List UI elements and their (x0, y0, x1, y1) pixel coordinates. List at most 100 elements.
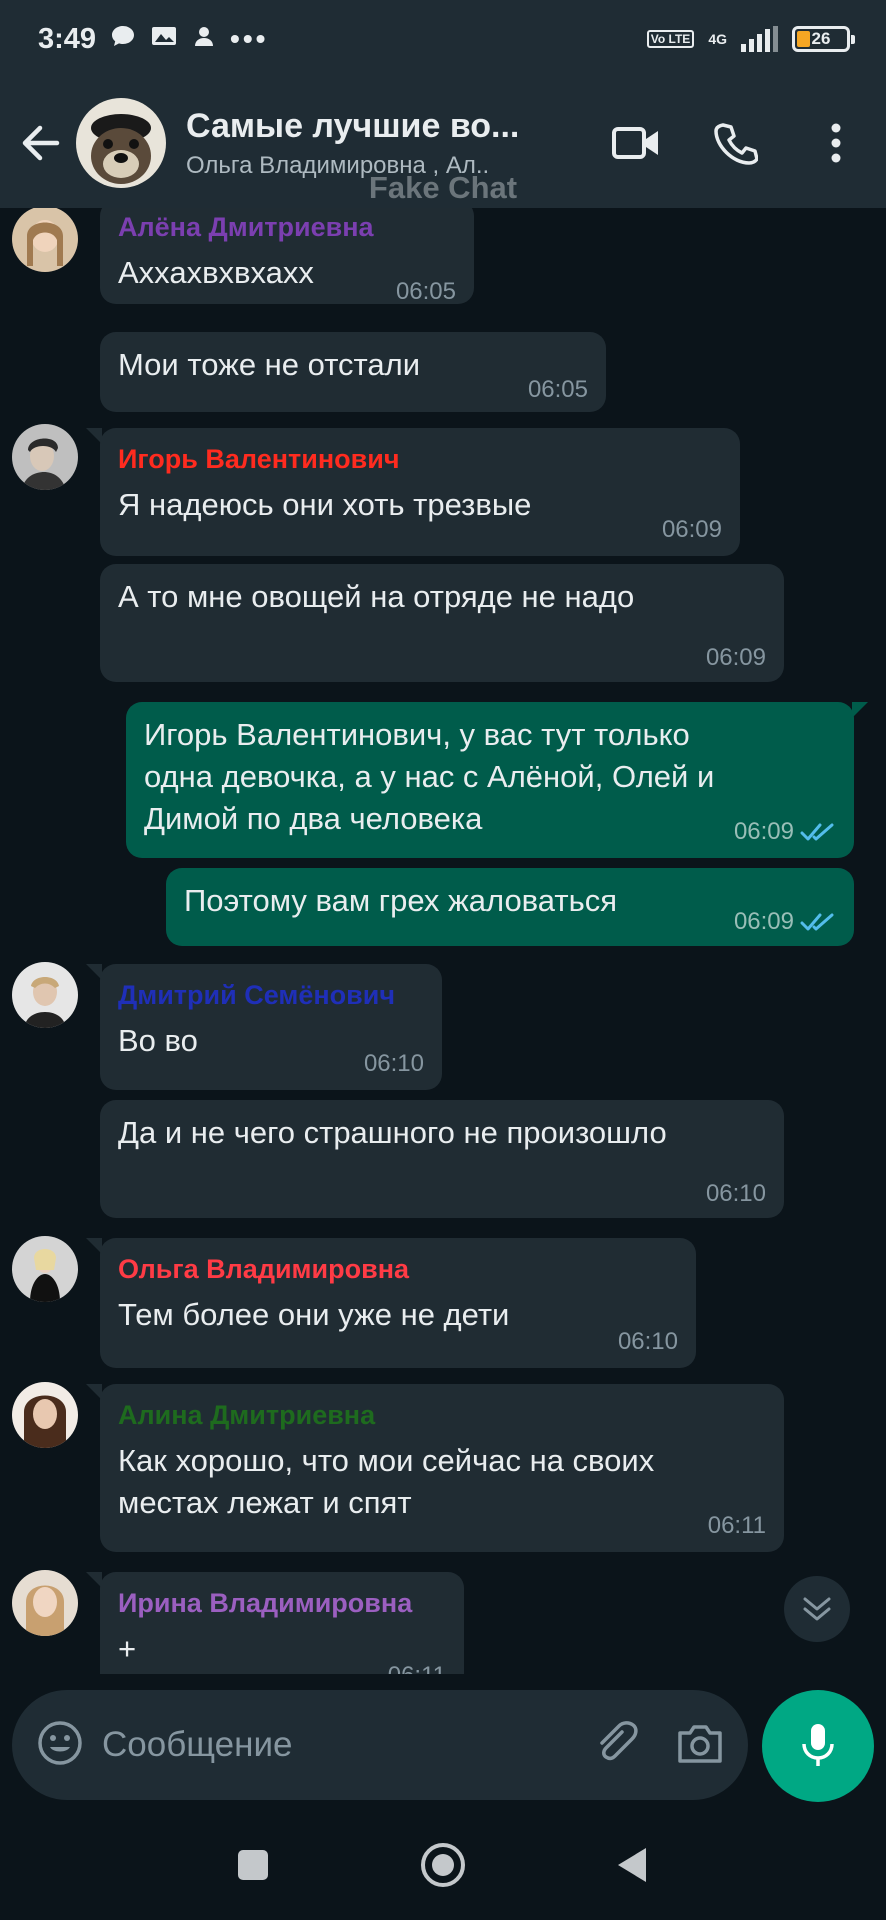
avatar-irina[interactable] (12, 1570, 78, 1636)
message-bubble[interactable]: Алёна Дмитриевна Аххахвхвхахх 06:05 (100, 208, 474, 305)
chat-title: Самые лучшие во... (186, 106, 520, 145)
message-input[interactable]: Сообщение (102, 1725, 592, 1765)
message-sender: Ольга Владимировна (118, 1254, 410, 1284)
watermark: Fake Chat (368, 170, 518, 205)
more-vertical-icon (831, 123, 841, 163)
message-sender: Алёна Дмитриевна (118, 212, 374, 242)
user-photo-icon (12, 1382, 78, 1448)
status-bar: 3:49 ••• Vo LTE 4G 26 (0, 0, 886, 78)
paperclip-icon (600, 1720, 638, 1760)
double-check-read-icon (800, 823, 834, 841)
camera-button[interactable] (676, 1721, 724, 1770)
message-time: 06:05 (528, 376, 588, 404)
message-text-line: Как хорошо, что мои сейчас на своих (118, 1443, 655, 1478)
message-text: Я надеюсь они хоть трезвые (118, 487, 532, 522)
message-time-text: 06:11 (707, 1512, 766, 1539)
message-text: Да и не чего страшного не произошло (118, 1115, 667, 1150)
user-photo-icon (12, 208, 78, 272)
signal-icon (741, 26, 778, 52)
message-time: 06:09 (706, 644, 766, 672)
message-time: 06:11 (708, 1512, 766, 1540)
emoji-button[interactable] (36, 1719, 84, 1772)
user-photo-icon (12, 424, 78, 490)
message-time: 06:09 (734, 908, 836, 936)
message-sender: Игорь Валентинович (118, 444, 400, 474)
arrow-left-icon (22, 125, 60, 161)
message-sender: Ирина Владимировна (118, 1588, 413, 1618)
message-bubble-outgoing[interactable]: Поэтому вам грех жаловаться 06:09 (166, 868, 854, 946)
person-notification-icon (192, 23, 216, 56)
message-bubble[interactable]: Мои тоже не отстали 06:05 (100, 332, 606, 412)
message-text: А то мне овощей на отряде не надо (118, 579, 635, 614)
message-text: + (118, 1631, 137, 1666)
message-time-text: 06:05 (527, 376, 588, 403)
avatar-olga[interactable] (12, 1236, 78, 1302)
menu-button[interactable] (806, 113, 866, 173)
avatar-alyona[interactable] (12, 208, 78, 272)
message-time: 06:10 (618, 1328, 678, 1356)
message-text: Во во (118, 1023, 198, 1058)
double-chevron-down-icon (803, 1597, 831, 1621)
double-check-read-icon (800, 913, 834, 931)
voice-record-button[interactable] (762, 1690, 874, 1802)
home-button[interactable] (418, 1840, 468, 1890)
avatar-igor[interactable] (12, 424, 78, 490)
message-time-text: 06:10 (617, 1328, 678, 1355)
phone-icon (714, 123, 758, 165)
back-button[interactable] (18, 121, 62, 165)
chat-title-block[interactable]: Самые лучшие во... Ольга Владимировна , … (186, 107, 556, 180)
video-camera-icon (612, 127, 658, 159)
scroll-to-bottom-button[interactable] (784, 1576, 850, 1642)
attach-button[interactable] (592, 1720, 638, 1771)
user-photo-icon (12, 962, 78, 1028)
avatar-alina[interactable] (12, 1382, 78, 1448)
message-time: 06:10 (364, 1050, 424, 1078)
emoji-icon (38, 1720, 82, 1765)
message-time-text: 06:11 (388, 1662, 446, 1674)
battery-level: 26 (811, 29, 831, 48)
message-time-text: 06:10 (363, 1050, 424, 1077)
microphone-icon (802, 1724, 834, 1766)
user-photo-icon (12, 1570, 78, 1636)
message-bubble[interactable]: Ирина Владимировна + 06:11 (86, 1572, 464, 1674)
message-time-text: 06:09 (733, 908, 794, 935)
message-text-line: местах лежат и спят (118, 1485, 412, 1520)
message-bubble-outgoing[interactable]: Игорь Валентинович, у вас тут только одн… (126, 702, 868, 858)
message-text: Аххахвхвхахх (118, 255, 314, 290)
more-notifications-icon: ••• (230, 23, 269, 54)
message-text-line: Димой по два человека (144, 801, 483, 836)
message-notification-icon (110, 23, 136, 56)
recents-button[interactable] (228, 1840, 278, 1890)
message-composer: Сообщение (12, 1690, 748, 1800)
square-icon (238, 1850, 268, 1880)
message-text: Тем более они уже не дети (118, 1297, 510, 1332)
battery-icon: 26 (792, 26, 855, 52)
message-text-line: Игорь Валентинович, у вас тут только (144, 717, 690, 752)
triangle-back-icon (618, 1848, 646, 1882)
message-list[interactable]: Алёна Дмитриевна Аххахвхвхахх 06:05 Мои … (0, 208, 886, 1674)
message-time-text: 06:10 (705, 1180, 766, 1207)
message-sender: Дмитрий Семёнович (118, 980, 396, 1010)
message-bubble[interactable]: Игорь Валентинович Я надеюсь они хоть тр… (86, 428, 740, 556)
system-nav-bar (0, 1810, 886, 1920)
network-type: 4G (708, 31, 727, 47)
message-bubble[interactable]: Дмитрий Семёнович Во во 06:10 (86, 964, 442, 1090)
message-bubble[interactable]: А то мне овощей на отряде не надо 06:09 (100, 564, 784, 682)
message-bubble[interactable]: Алина Дмитриевна Как хорошо, что мои сей… (86, 1384, 784, 1552)
volte-icon: Vo LTE (646, 30, 695, 48)
camera-icon (678, 1724, 722, 1763)
message-time-text: 06:09 (705, 644, 766, 671)
video-call-button[interactable] (606, 113, 666, 173)
status-time: 3:49 (38, 22, 97, 55)
message-time-text: 06:05 (395, 278, 456, 305)
voice-call-button[interactable] (706, 113, 766, 173)
message-time: 06:10 (706, 1180, 766, 1208)
message-bubble[interactable]: Ольга Владимировна Тем более они уже не … (86, 1238, 696, 1368)
message-time: 06:09 (662, 516, 722, 544)
message-text: Поэтому вам грех жаловаться (184, 883, 618, 918)
user-photo-icon (12, 1236, 78, 1302)
status-right: Vo LTE 4G 26 (646, 26, 855, 52)
message-bubble[interactable]: Да и не чего страшного не произошло 06:1… (100, 1100, 784, 1218)
avatar-dmitry[interactable] (12, 962, 78, 1028)
back-nav-button[interactable] (608, 1840, 658, 1890)
